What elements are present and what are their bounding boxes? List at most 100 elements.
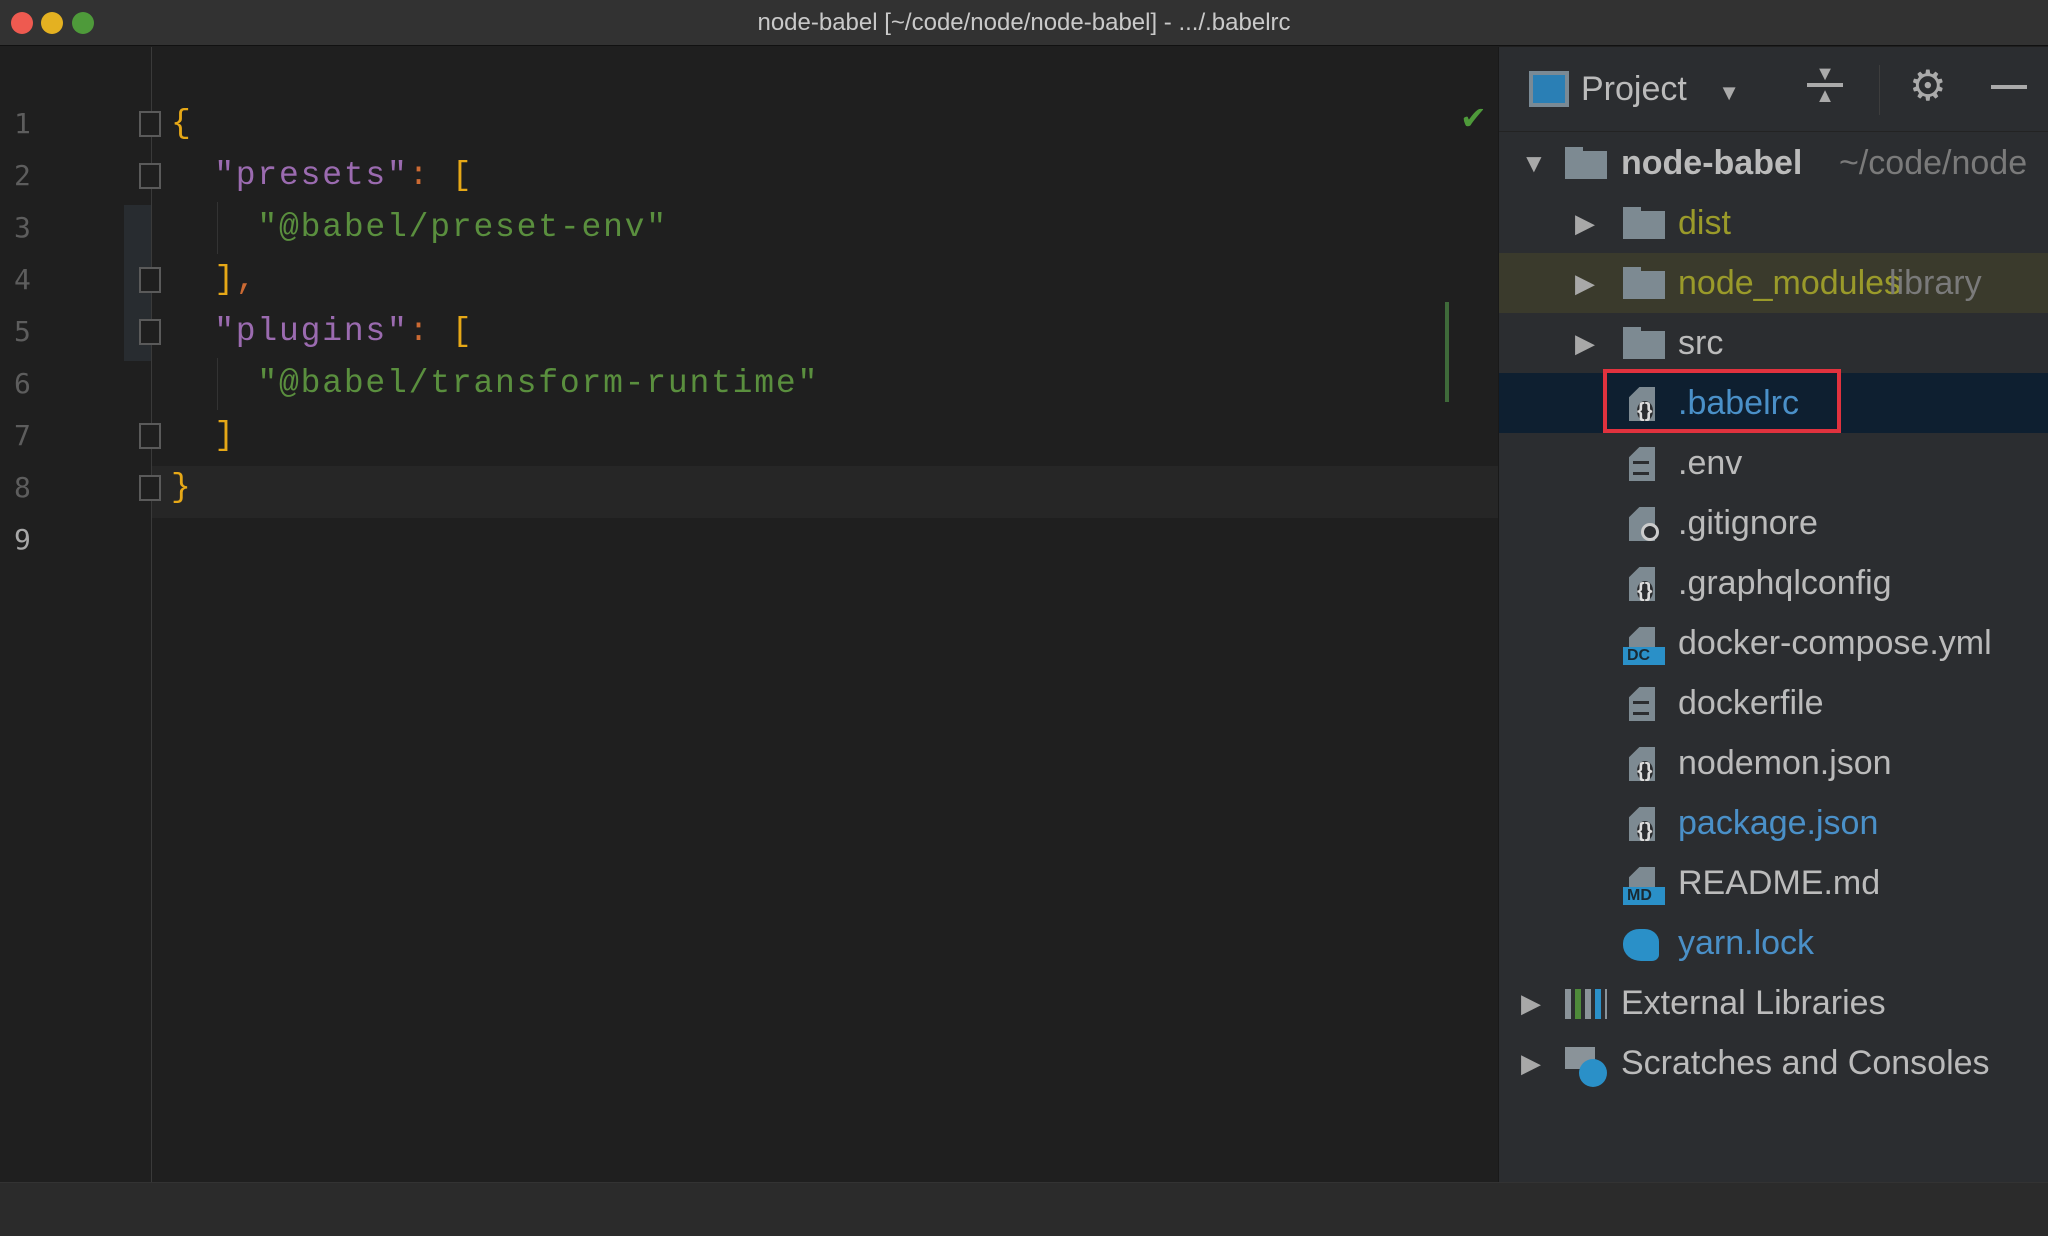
fold-marker-icon[interactable] (139, 163, 161, 189)
line-number: 8 (14, 471, 31, 504)
line-number: 1 (14, 107, 31, 140)
code-token: "presets" (171, 157, 409, 194)
code-token: : (408, 157, 452, 194)
tree-item[interactable]: {} package.json (1499, 793, 2048, 853)
tree-item-label: Scratches and Consoles (1621, 1044, 1990, 1082)
code-line: { (171, 98, 193, 150)
expand-arrow-icon[interactable]: ▶ (1521, 1033, 1541, 1093)
chevron-down-icon: ▼ (1718, 80, 1741, 105)
line-number: 2 (14, 159, 31, 192)
gutter-divider (151, 47, 152, 1182)
line-number: 6 (14, 367, 31, 400)
tree-item-label: src (1678, 324, 1724, 362)
project-view-selector[interactable]: Project ▼ (1581, 65, 1740, 117)
code-token: "@babel/transform-runtime" (171, 365, 820, 402)
json-file-icon: {} (1623, 567, 1659, 601)
tree-item-label: node_modules (1678, 264, 1902, 302)
expand-arrow-icon[interactable]: ▼ (1521, 133, 1547, 193)
change-marker[interactable] (1445, 302, 1449, 402)
text-file-icon (1623, 687, 1659, 721)
tree-item[interactable]: {} nodemon.json (1499, 733, 2048, 793)
yarn-file-icon (1623, 927, 1659, 961)
expand-arrow-icon[interactable]: ▶ (1575, 193, 1595, 253)
code-token: "@babel/preset-env" (171, 209, 668, 246)
project-title: Project (1581, 70, 1687, 108)
expand-arrow-icon[interactable]: ▶ (1575, 253, 1595, 313)
json-file-icon: {} (1623, 807, 1659, 841)
tree-item[interactable]: dockerfile (1499, 673, 2048, 733)
code-token: ] (171, 417, 236, 454)
tree-item[interactable]: DC docker-compose.yml (1499, 613, 2048, 673)
fold-marker-icon[interactable] (139, 319, 161, 345)
hide-panel-icon[interactable] (1991, 85, 2027, 89)
code-token: ] (171, 261, 236, 298)
indent-guide (217, 202, 218, 254)
fold-marker-icon[interactable] (139, 475, 161, 501)
tree-item-libraries[interactable]: ▶ External Libraries (1499, 973, 2048, 1033)
code-line: "plugins": [ (171, 306, 473, 358)
folder-file-icon (1623, 327, 1665, 361)
code-token: [ (451, 157, 474, 194)
code-token: { (171, 105, 193, 142)
tree-item-root[interactable]: ▼ node-babel ~/code/node (1499, 133, 2048, 193)
ignore-file-icon (1623, 507, 1659, 541)
window-title: node-babel [~/code/node/node-babel] - ..… (757, 9, 1291, 36)
code-token: , (235, 261, 258, 298)
tree-item-label: README.md (1678, 864, 1881, 902)
tree-item[interactable]: ▶ dist (1499, 193, 2048, 253)
tree-item[interactable]: .gitignore (1499, 493, 2048, 553)
code-token: [ (451, 313, 474, 350)
code-line: "presets": [ (171, 150, 473, 202)
tree-item[interactable]: {} .graphqlconfig (1499, 553, 2048, 613)
tree-item[interactable]: ▶ node_modules library (1499, 253, 2048, 313)
gear-icon[interactable]: ⚙ (1909, 61, 1947, 110)
collapse-all-icon[interactable]: ▼ ▲ (1807, 64, 1843, 106)
check-icon[interactable]: ✔ (1460, 99, 1487, 137)
project-panel: Project ▼ ▼ ▲ ⚙ ▼ node-babel ~/code/node ▶… (1498, 47, 2048, 1182)
folder-file-icon (1623, 267, 1665, 301)
tree-item[interactable]: {} .babelrc (1499, 369, 2048, 433)
tree-item[interactable]: MD README.md (1499, 853, 2048, 913)
tree-item-label: .graphqlconfig (1678, 564, 1892, 602)
tree-item-label: .env (1678, 444, 1743, 482)
code-editor[interactable]: 1{2 "presets": [3 "@babel/preset-env" 4 ]… (0, 47, 1498, 1182)
indent-guide (217, 358, 218, 410)
code-token: "plugins" (171, 313, 409, 350)
line-number: 9 (14, 523, 31, 556)
fold-marker-icon[interactable] (139, 423, 161, 449)
tree-item-label: docker-compose.yml (1678, 624, 1992, 662)
code-line: "@babel/transform-runtime" (171, 358, 819, 410)
expand-arrow-icon[interactable]: ▶ (1575, 313, 1595, 373)
line-number: 4 (14, 263, 31, 296)
code-line: } (171, 462, 193, 514)
tree-item-scratches[interactable]: ▶ Scratches and Consoles (1499, 1033, 2048, 1093)
project-panel-header: Project ▼ ▼ ▲ ⚙ (1499, 47, 2048, 132)
tree-item[interactable]: yarn.lock (1499, 913, 2048, 973)
tree-item-label: dockerfile (1678, 684, 1824, 722)
folder-icon (1565, 147, 1607, 181)
tree-item-label: dist (1678, 204, 1731, 242)
code-line: "@babel/preset-env" (171, 202, 668, 254)
root-path: ~/code/node (1839, 144, 2028, 182)
root-name: node-babel (1621, 144, 1803, 182)
line-number: 3 (14, 211, 31, 244)
tree-item-label: nodemon.json (1678, 744, 1892, 782)
toolbar-divider (1879, 65, 1880, 115)
text-file-icon (1623, 447, 1659, 481)
tree-item-label: External Libraries (1621, 984, 1886, 1022)
tree-item[interactable]: ▶ src (1499, 313, 2048, 373)
code-line: ] (171, 410, 236, 462)
folder-file-icon (1623, 207, 1665, 241)
tree-item-suffix: library (1889, 264, 1982, 302)
dc-file-icon: DC (1623, 627, 1665, 665)
code-line: ], (171, 254, 257, 306)
code-token: } (171, 469, 193, 506)
status-bar (0, 1182, 2048, 1236)
fold-marker-icon[interactable] (139, 267, 161, 293)
tree-item[interactable]: .env (1499, 433, 2048, 493)
title-bar: node-babel [~/code/node/node-babel] - ..… (0, 0, 2048, 46)
code-token: : (408, 313, 452, 350)
expand-arrow-icon[interactable]: ▶ (1521, 973, 1541, 1033)
fold-marker-icon[interactable] (139, 111, 161, 137)
scratches-icon (1565, 1047, 1607, 1087)
